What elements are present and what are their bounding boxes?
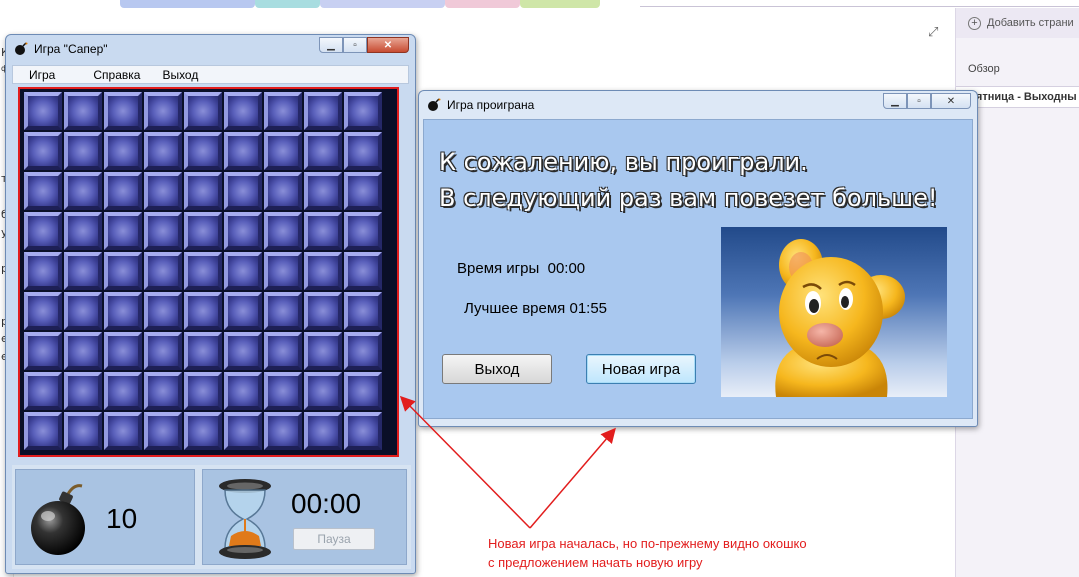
annotation-line1: Новая игра началась, но по-прежнему видн… — [488, 536, 807, 551]
annotation-line2: с предложением начать новую игру — [488, 555, 703, 570]
arrow-to-minefield — [399, 395, 531, 529]
annotation-arrows — [399, 395, 616, 529]
arrow-to-dialog — [529, 427, 616, 529]
